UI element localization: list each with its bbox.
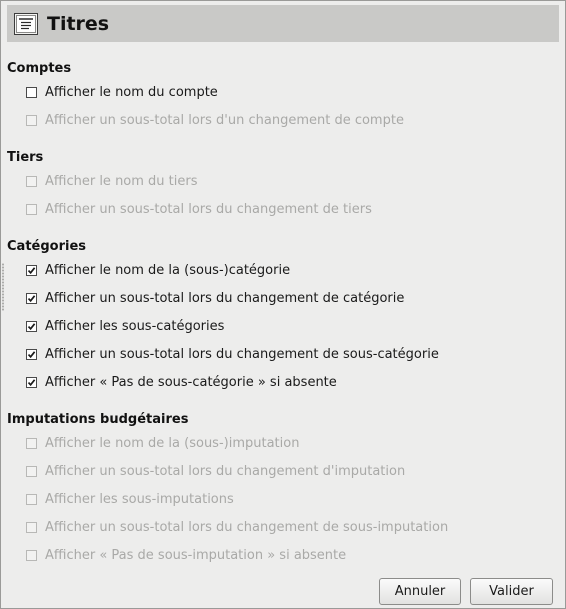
checkmark-icon	[27, 322, 36, 330]
checkbox-label: Afficher un sous-total lors d'un changem…	[45, 112, 404, 128]
checkbox	[26, 203, 37, 215]
checkbox	[26, 437, 37, 449]
checkbox-row[interactable]: Afficher « Pas de sous-catégorie » si ab…	[26, 372, 337, 392]
checkbox-row: Afficher le nom du tiers	[26, 171, 198, 191]
checkbox-label: Afficher « Pas de sous-imputation » si a…	[45, 547, 347, 563]
checkbox-label: Afficher « Pas de sous-catégorie » si ab…	[45, 374, 337, 390]
checkbox	[26, 521, 37, 533]
checkbox-label: Afficher le nom de la (sous-)imputation	[45, 435, 300, 451]
checkbox-row[interactable]: Afficher un sous-total lors du changemen…	[26, 344, 439, 364]
checkbox[interactable]	[26, 320, 37, 332]
checkbox-row[interactable]: Afficher un sous-total lors du changemen…	[26, 288, 404, 308]
cancel-button[interactable]: Annuler	[379, 578, 461, 605]
checkbox	[26, 175, 37, 187]
checkbox-row: Afficher les sous-imputations	[26, 489, 234, 509]
checkbox-row: Afficher un sous-total lors du changemen…	[26, 461, 405, 481]
checkbox-row: Afficher un sous-total lors du changemen…	[26, 517, 448, 537]
validate-button[interactable]: Valider	[470, 578, 553, 605]
focus-indicator	[2, 263, 4, 311]
checkbox-label: Afficher le nom de la (sous-)catégorie	[45, 262, 291, 278]
checkbox[interactable]	[26, 86, 37, 98]
section-title-imputations: Imputations budgétaires	[7, 412, 189, 427]
section-title-categories: Catégories	[7, 239, 87, 254]
checkbox[interactable]	[26, 348, 37, 360]
checkbox-row: Afficher « Pas de sous-imputation » si a…	[26, 545, 346, 565]
section-title-comptes: Comptes	[7, 61, 72, 76]
checkbox-label: Afficher un sous-total lors du changemen…	[45, 290, 405, 306]
checkbox-label: Afficher un sous-total lors du changemen…	[45, 519, 449, 535]
checkbox-label: Afficher un sous-total lors du changemen…	[45, 463, 406, 479]
titles-icon	[13, 12, 39, 36]
checkbox-row[interactable]: Afficher le nom de la (sous-)catégorie	[26, 260, 290, 280]
checkbox-row: Afficher un sous-total lors du changemen…	[26, 199, 372, 219]
checkbox-row[interactable]: Afficher les sous-catégories	[26, 316, 224, 336]
checkbox	[26, 549, 37, 561]
checkmark-icon	[27, 378, 36, 386]
checkbox-row: Afficher le nom de la (sous-)imputation	[26, 433, 299, 453]
checkbox	[26, 493, 37, 505]
checkbox-row: Afficher un sous-total lors d'un changem…	[26, 110, 404, 130]
checkbox[interactable]	[26, 376, 37, 388]
checkmark-icon	[27, 350, 36, 358]
dialog-header: Titres	[7, 5, 559, 42]
checkbox-label: Afficher les sous-imputations	[45, 491, 234, 507]
checkbox	[26, 465, 37, 477]
checkmark-icon	[27, 266, 36, 274]
checkbox-label: Afficher un sous-total lors du changemen…	[45, 346, 439, 362]
checkbox-label: Afficher un sous-total lors du changemen…	[45, 201, 372, 217]
checkbox	[26, 114, 37, 126]
page-title: Titres	[47, 12, 110, 35]
checkmark-icon	[27, 294, 36, 302]
checkbox-row[interactable]: Afficher le nom du compte	[26, 82, 218, 102]
section-title-tiers: Tiers	[7, 150, 44, 165]
checkbox[interactable]	[26, 292, 37, 304]
checkbox-label: Afficher le nom du tiers	[45, 173, 198, 189]
checkbox-label: Afficher le nom du compte	[45, 84, 218, 100]
checkbox[interactable]	[26, 264, 37, 276]
checkbox-label: Afficher les sous-catégories	[45, 318, 225, 334]
